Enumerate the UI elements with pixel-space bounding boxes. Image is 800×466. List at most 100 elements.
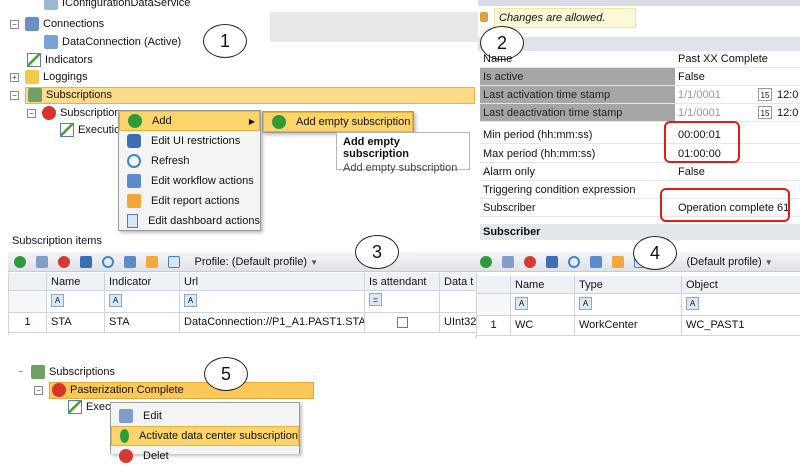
menu-item-edit-ui-restrictions[interactable]: Edit UI restrictions [119,131,260,151]
collapse-icon[interactable]: − [34,385,43,395]
column-header-url[interactable]: Url [180,273,365,291]
menu-item-add[interactable]: Add ▶ [119,111,260,131]
subscriber-grid: Name Type Object A A A 1 WC WorkCenter W… [476,276,800,338]
cell-url[interactable]: DataConnection://P1_A1.PAST1.STA [180,313,365,333]
report-icon[interactable] [146,256,159,269]
tree2-item-subscriptions[interactable]: − Subscriptions [16,363,115,381]
callout-5: 5 [204,357,248,391]
refresh-icon[interactable] [102,256,115,269]
column-header-indicator[interactable]: Indicator [105,273,180,291]
tree-item-config-service[interactable]: IConfigurationDataService [44,0,190,12]
profile-dropdown[interactable]: (Default profile) ▼ [687,256,773,268]
chevron-down-icon: ▼ [310,258,318,267]
report-icon [127,194,141,208]
add-icon[interactable] [480,256,492,269]
property-row-min-period: Min period (hh:mm:ss) 00:00:01 [480,126,800,144]
tree-item-loggings[interactable]: + Loggings [10,68,88,86]
logging-icon [25,70,39,84]
callout-1: 1 [203,24,247,58]
workflow-icon[interactable] [124,256,137,269]
cell-is-attendant[interactable] [365,313,440,333]
menu-item-activate-data-center-subscription[interactable]: Activate data center subscription [111,426,299,446]
edit-icon [119,409,133,423]
tree-item-data-connection[interactable]: DataConnection (Active) [44,33,181,51]
calendar-icon[interactable]: 15 [758,88,772,101]
add-icon[interactable] [14,256,26,269]
collapse-icon[interactable]: − [10,90,19,100]
column-header-name[interactable]: Name [47,273,105,291]
tree-item-indicators[interactable]: Indicators [27,51,93,69]
expand-icon[interactable]: + [10,72,19,82]
filter-type[interactable]: A [575,294,682,316]
menu-item-edit-report-actions[interactable]: Edit report actions [119,191,260,211]
filter-text-icon[interactable]: A [51,294,64,307]
filter-equals-icon[interactable]: = [369,293,382,306]
cell-data-type[interactable]: UInt32 [440,313,477,333]
column-header-data-type[interactable]: Data t [440,273,477,291]
binoculars-icon[interactable] [546,256,559,269]
edit-icon[interactable] [502,256,515,269]
column-header-is-attendant[interactable]: Is attendant [365,273,440,291]
cell-name[interactable]: STA [47,313,105,333]
stop-icon [52,383,66,397]
tree2-item-pasterization-complete[interactable]: − Pasterization Complete [34,381,314,399]
callout-3: 3 [355,235,399,269]
property-row-is-active: Is active False [480,68,800,86]
filter-is-attendant[interactable]: = [365,291,440,313]
delete-icon[interactable] [524,256,537,269]
collapse-icon[interactable]: − [16,367,25,377]
subscription-items-toolbar: Profile: (Default profile) ▼ [8,252,476,272]
calendar-icon[interactable]: 15 [758,106,772,119]
subscription-items-grid: Name Indicator Url Is attendant Data t A… [8,273,477,335]
properties-toolbar [478,37,800,51]
cell-name[interactable]: WC [511,316,575,336]
menu-item-refresh[interactable]: Refresh [119,151,260,171]
dashboard-icon[interactable] [168,256,181,269]
tooltip-title: Add empty subscription [343,136,410,160]
cell-type[interactable]: WorkCenter [575,316,682,336]
filter-indicator[interactable]: A [105,291,180,313]
cell-object[interactable]: WC_PAST1 [682,316,800,336]
report-icon[interactable] [612,256,625,269]
cell-indicator[interactable]: STA [105,313,180,333]
filter-object[interactable]: A [682,294,800,316]
edit-icon[interactable] [36,256,49,269]
tree-item-execution[interactable]: Executio [60,121,120,139]
filter-url[interactable]: A [180,291,365,313]
subscriber-highlight-box [660,188,790,222]
is-attendant-checkbox[interactable] [397,317,408,328]
column-header-object[interactable]: Object [682,276,800,294]
filter-name[interactable]: A [47,291,105,313]
property-row-last-activation: Last activation time stamp 1/1/0001 15 1… [480,86,800,104]
profile-dropdown[interactable]: Profile: (Default profile) ▼ [195,256,318,268]
tree-item-subscriptions[interactable]: − Subscriptions [10,86,475,104]
menu-item-edit-workflow-actions[interactable]: Edit workflow actions [119,171,260,191]
column-header-type[interactable]: Type [575,276,682,294]
delete-icon [119,449,133,463]
property-row-max-period: Max period (hh:mm:ss) 01:00:00 [480,145,800,163]
filter-text-icon[interactable]: A [184,294,197,307]
menu-item-edit-dashboard-actions[interactable]: Edit dashboard actions [119,211,260,231]
filter-text-icon[interactable]: A [515,297,528,310]
delete-icon[interactable] [58,256,71,269]
binoculars-icon[interactable] [80,256,93,269]
row-index: 1 [9,313,47,333]
tree-item-subscription[interactable]: − Subscription [27,104,121,122]
filter-data-type[interactable] [440,291,477,313]
collapse-icon[interactable]: − [27,108,36,118]
menu-item-edit[interactable]: Edit [111,406,299,426]
filter-text-icon[interactable]: A [109,294,122,307]
column-header-name[interactable]: Name [511,276,575,294]
menu-item-add-empty-subscription[interactable]: Add empty subscription [263,112,413,132]
collapse-icon[interactable]: − [10,19,19,29]
submenu-arrow-icon: ▶ [248,116,255,126]
filter-name[interactable]: A [511,294,575,316]
refresh-icon[interactable] [568,256,581,269]
menu-item-delete[interactable]: Delet [111,446,299,466]
filter-text-icon[interactable]: A [686,297,699,310]
tree-item-connections[interactable]: − Connections [10,15,104,33]
subscriptions-icon [28,88,42,102]
filter-text-icon[interactable]: A [579,297,592,310]
workflow-icon[interactable] [590,256,603,269]
binoculars-icon [127,134,141,148]
